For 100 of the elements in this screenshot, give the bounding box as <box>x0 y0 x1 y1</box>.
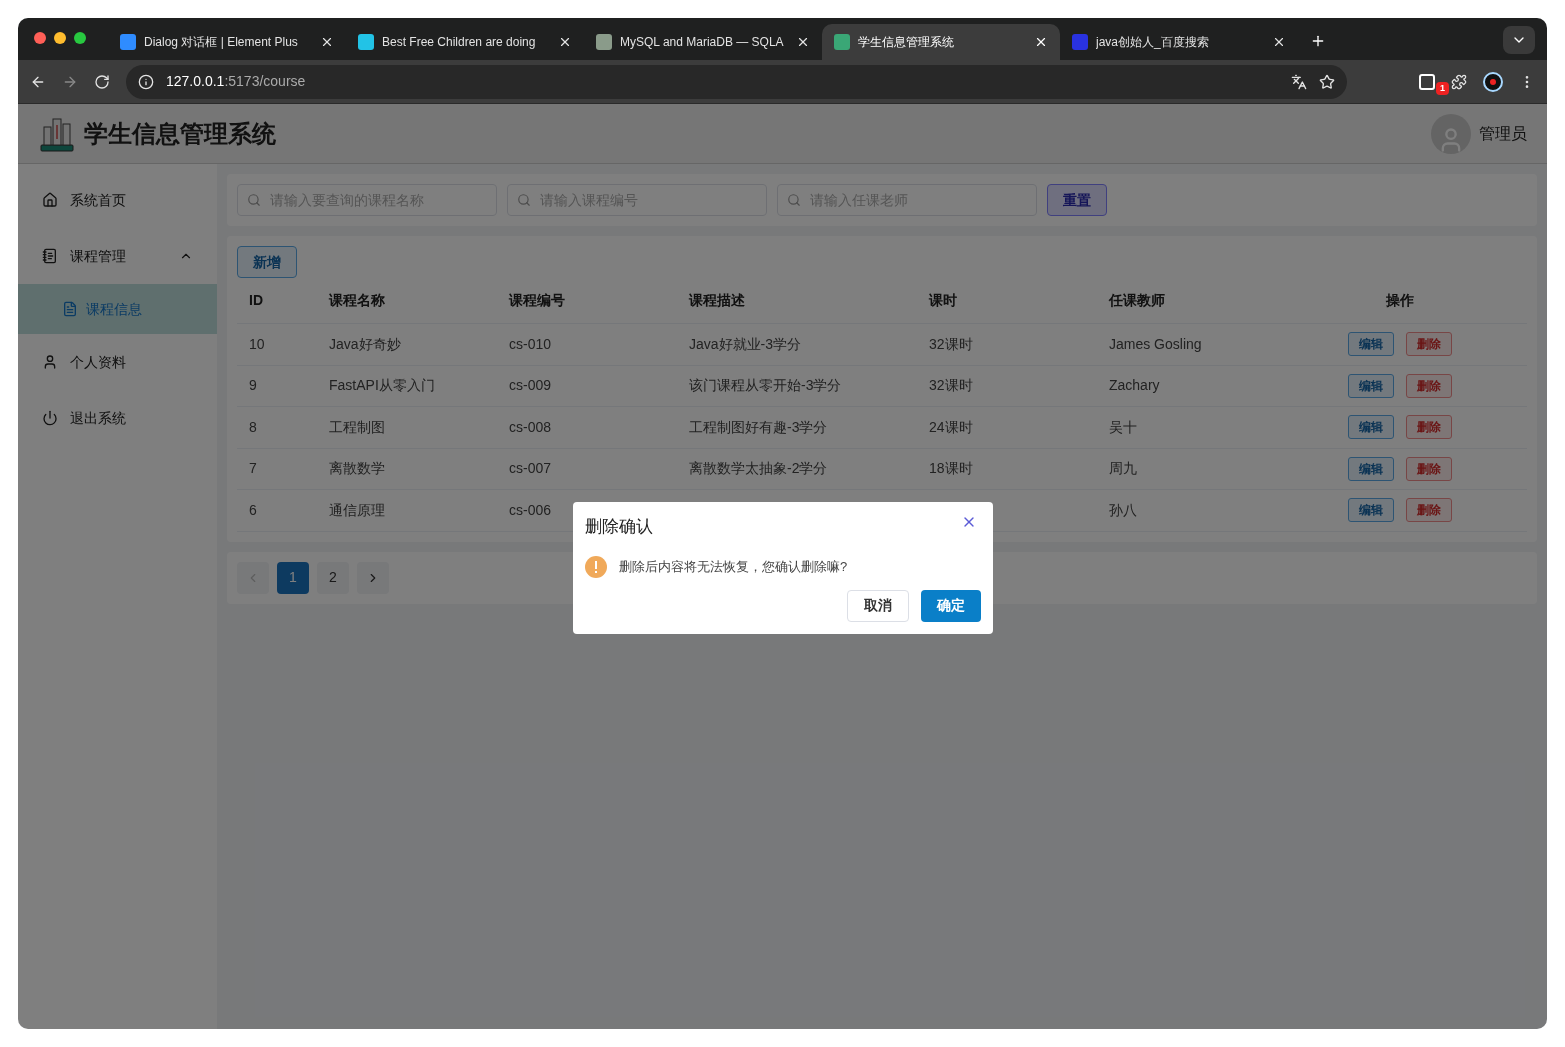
browser-tab[interactable]: java创始人_百度搜索 <box>1060 24 1298 60</box>
table-cell-text: 6 <box>249 500 257 520</box>
table-cell-text: Zachary <box>1109 376 1160 396</box>
address-bar[interactable]: 127.0.0.1:5173/course <box>126 64 1347 99</box>
tab-search-button[interactable] <box>1503 26 1535 54</box>
table-cell-text: 离散数学太抽象-2学分 <box>689 459 828 479</box>
table-cell-text: cs-006 <box>509 500 552 520</box>
close-icon[interactable] <box>558 35 572 49</box>
extensions-icon[interactable] <box>1451 73 1467 90</box>
close-icon[interactable] <box>320 35 334 49</box>
table-cell-text: 工程制图好有趣-3学分 <box>689 417 828 437</box>
add-button[interactable]: 新增 <box>237 246 297 278</box>
table-cell-text: 24课时 <box>929 417 973 437</box>
table-cell-text: 18课时 <box>929 459 973 479</box>
edit-button[interactable]: 编辑 <box>1348 415 1394 440</box>
table-cell-text: 工程制图 <box>329 417 385 437</box>
table-cell-text: cs-010 <box>509 334 552 354</box>
table-cell-text: James Gosling <box>1109 334 1202 354</box>
close-icon[interactable] <box>1272 35 1286 49</box>
search-icon <box>787 193 801 207</box>
tab-title: java创始人_百度搜索 <box>1096 34 1210 51</box>
app-title: 学生信息管理系统 <box>84 118 276 149</box>
table-cell-text: 周九 <box>1109 459 1137 479</box>
delete-button[interactable]: 删除 <box>1406 456 1452 481</box>
tab-title: MySQL and MariaDB — SQLA <box>620 34 785 51</box>
delete-button[interactable]: 删除 <box>1406 332 1452 357</box>
table-cell-text: 32课时 <box>929 376 973 396</box>
extension-icon[interactable] <box>1419 73 1435 90</box>
page-button[interactable]: 2 <box>317 561 349 594</box>
delete-button[interactable]: 删除 <box>1406 498 1452 523</box>
column-header: 任课教师 <box>1109 291 1165 310</box>
column-header: 操作 <box>1386 291 1414 310</box>
site-icon <box>1072 34 1088 50</box>
table-cell-text: 7 <box>249 459 257 479</box>
maximize-window-icon[interactable] <box>74 32 86 44</box>
table-cell-text: 通信原理 <box>329 500 385 520</box>
browser-tab[interactable]: Dialog 对话框 | Element Plus <box>108 24 346 60</box>
table-cell-text: 10 <box>249 334 265 354</box>
bookmark-star-icon[interactable] <box>1319 73 1335 90</box>
edit-button[interactable]: 编辑 <box>1348 373 1394 398</box>
table-cell-text: 9 <box>249 376 257 396</box>
menu-item[interactable]: 个人资料 <box>18 334 217 390</box>
browser-tab[interactable]: Best Free Children are doing <box>346 24 584 60</box>
column-header: ID <box>249 291 263 310</box>
site-icon <box>120 34 136 50</box>
edit-button[interactable]: 编辑 <box>1348 332 1394 357</box>
minimize-window-icon[interactable] <box>54 32 66 44</box>
document-icon <box>62 301 78 317</box>
delete-button[interactable]: 删除 <box>1406 373 1452 398</box>
site-icon <box>834 34 850 50</box>
new-tab-icon[interactable] <box>1310 33 1326 49</box>
table-cell-text: 离散数学 <box>329 459 385 479</box>
site-icon <box>596 34 612 50</box>
column-header: 课程名称 <box>329 291 385 310</box>
menu-item[interactable]: 课程管理 <box>18 228 217 284</box>
table-cell-text: 吴十 <box>1109 417 1137 437</box>
close-window-icon[interactable] <box>34 32 46 44</box>
site-info-icon[interactable] <box>138 73 154 90</box>
table-cell-text: 32课时 <box>929 334 973 354</box>
column-header: 课程编号 <box>509 291 565 310</box>
user-name[interactable]: 管理员 <box>1479 121 1527 146</box>
tab-title: Dialog 对话框 | Element Plus <box>144 34 299 51</box>
reset-button[interactable]: 重置 <box>1047 184 1107 216</box>
search-icon <box>247 193 261 207</box>
menu-item[interactable]: 系统首页 <box>18 172 217 228</box>
edit-button[interactable]: 编辑 <box>1348 456 1394 481</box>
submenu-item[interactable]: 课程信息 <box>18 284 217 334</box>
warning-icon <box>585 555 607 578</box>
tab-title: Best Free Children are doing <box>382 34 537 51</box>
column-header: 课程描述 <box>689 291 745 310</box>
column-header: 课时 <box>929 291 957 310</box>
table-cell-text: 8 <box>249 417 257 437</box>
extension-badge: 1 <box>1436 81 1449 95</box>
browser-tab[interactable]: MySQL and MariaDB — SQLA <box>584 24 822 60</box>
table-cell-text: Java好就业-3学分 <box>689 334 802 354</box>
edit-button[interactable]: 编辑 <box>1348 498 1394 523</box>
table-cell-text: cs-007 <box>509 459 552 479</box>
close-icon[interactable] <box>796 35 810 49</box>
dialog-message: 删除后内容将无法恢复，您确认删除嘛? <box>619 557 848 576</box>
browser-tab[interactable]: 学生信息管理系统 <box>822 24 1060 60</box>
translate-icon[interactable] <box>1291 73 1307 90</box>
reload-icon[interactable] <box>94 73 110 90</box>
table-cell-text: cs-009 <box>509 376 552 396</box>
table-cell-text: FastAPI从零入门 <box>329 376 435 396</box>
cancel-button[interactable]: 取消 <box>847 589 909 622</box>
tab-title: 学生信息管理系统 <box>858 34 955 51</box>
table-cell-text: 该门课程从零开始-3学分 <box>689 376 842 396</box>
table-cell-text: 孙八 <box>1109 500 1137 520</box>
delete-button[interactable]: 删除 <box>1406 415 1452 440</box>
profile-avatar[interactable] <box>1483 71 1503 92</box>
page-button[interactable]: 1 <box>277 561 309 594</box>
url-text: 127.0.0.1:5173/course <box>166 72 307 91</box>
site-icon <box>358 34 374 50</box>
confirm-button[interactable]: 确定 <box>921 589 981 622</box>
table-cell-text: Java好奇妙 <box>329 334 401 354</box>
search-icon <box>517 193 531 207</box>
dialog-title: 删除确认 <box>585 516 653 538</box>
menu-item[interactable]: 退出系统 <box>18 390 217 446</box>
close-icon[interactable] <box>1034 35 1048 49</box>
table-cell-text: cs-008 <box>509 417 552 437</box>
